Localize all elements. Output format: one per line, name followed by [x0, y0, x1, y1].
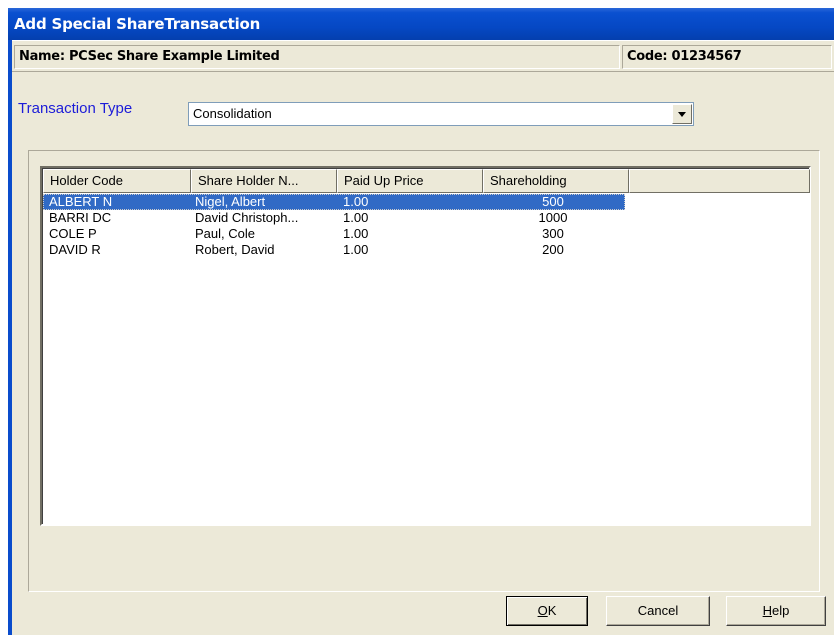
paid-up-price-cell: 1.00 [337, 194, 481, 210]
company-info-bar: Name: PCSec Share Example Limited Code: … [12, 40, 834, 72]
column-header-filler [629, 169, 810, 193]
shareholder-name-cell: Robert, David [195, 242, 275, 257]
table-row[interactable]: DAVID R Robert, David 1.00 200 [43, 242, 625, 258]
window-title: Add Special ShareTransaction [14, 15, 261, 33]
transaction-type-select[interactable]: Consolidation [188, 102, 694, 126]
paid-up-price-cell: 1.00 [343, 210, 369, 225]
title-bar[interactable]: Add Special ShareTransaction [8, 8, 834, 40]
table-row[interactable]: BARRI DC David Christoph... 1.00 1000 [43, 210, 625, 226]
ok-button[interactable]: OK [506, 596, 588, 626]
shareholder-list[interactable]: Holder Code Share Holder N... Paid Up Pr… [40, 166, 811, 526]
ok-mnemonic: O [537, 603, 548, 618]
dropdown-arrow-icon [678, 111, 686, 117]
help-button[interactable]: Help [726, 596, 826, 626]
cancel-button[interactable]: Cancel [606, 596, 710, 626]
holder-code-cell: COLE P [49, 226, 97, 241]
paid-up-price-cell: 1.00 [343, 242, 369, 257]
ok-label-rest: K [547, 603, 557, 618]
column-header-paid-up-price[interactable]: Paid Up Price [337, 169, 483, 193]
shareholding-cell: 1000 [538, 210, 568, 225]
table-row[interactable]: COLE P Paul, Cole 1.00 300 [43, 226, 625, 242]
column-header-shareholder-name[interactable]: Share Holder N... [191, 169, 337, 193]
company-name: Name: PCSec Share Example Limited [14, 45, 620, 69]
transaction-type-value: Consolidation [193, 106, 272, 121]
shareholder-name-cell: Paul, Cole [195, 226, 255, 241]
shareholding-cell: 500 [481, 194, 625, 210]
company-code: Code: 01234567 [622, 45, 832, 69]
window-left-border [8, 40, 12, 635]
list-header: Holder Code Share Holder N... Paid Up Pr… [43, 169, 810, 193]
shareholding-cell: 300 [542, 226, 564, 241]
column-header-holder-code[interactable]: Holder Code [43, 169, 191, 193]
shareholder-name-cell: David Christoph... [195, 210, 299, 225]
holder-code-cell: ALBERT N [43, 194, 191, 210]
column-header-shareholding[interactable]: Shareholding [483, 169, 629, 193]
help-mnemonic: H [762, 603, 773, 618]
list-rows: ALBERT N Nigel, Albert 1.00 500 BARRI DC… [43, 194, 625, 258]
help-label-rest: elp [772, 603, 790, 618]
table-row[interactable]: ALBERT N Nigel, Albert 1.00 500 [43, 194, 625, 210]
shareholding-cell: 200 [542, 242, 564, 257]
paid-up-price-cell: 1.00 [343, 226, 369, 241]
shareholder-name-cell: Nigel, Albert [191, 194, 337, 210]
transaction-type-label: Transaction Type [18, 100, 133, 117]
cancel-label: Cancel [637, 603, 679, 618]
holder-code-cell: DAVID R [49, 242, 101, 257]
holder-code-cell: BARRI DC [49, 210, 112, 225]
dropdown-button[interactable] [672, 104, 692, 124]
